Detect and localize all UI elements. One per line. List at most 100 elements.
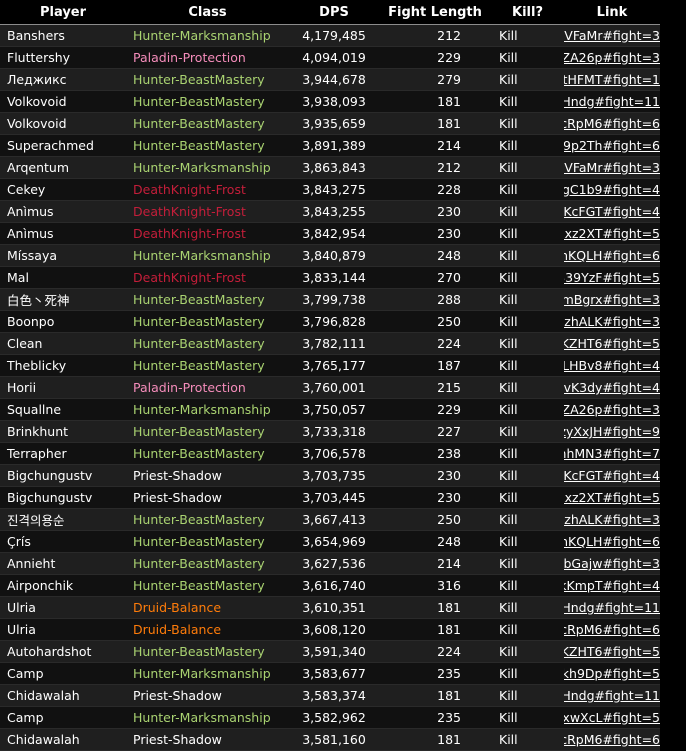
report-link[interactable]: 'cRpM6#fight=6	[564, 732, 660, 747]
report-link[interactable]: Rxz2XT#fight=5	[564, 226, 660, 241]
fight-length-cell: 181	[379, 90, 491, 113]
dps-cell: 3,583,677	[289, 662, 379, 685]
class-cell: Hunter-BeastMastery	[126, 90, 289, 113]
table-row: Clean Hunter-BeastMastery 3,782,111 224 Kill…	[0, 332, 660, 355]
player-cell: Camp	[0, 662, 126, 685]
table-row: Theblicky Hunter-BeastMastery 3,765,177 187…	[0, 354, 660, 377]
class-cell: DeathKnight-Frost	[126, 200, 289, 223]
fight-length-cell: 215	[379, 376, 491, 399]
dps-cell: 3,842,954	[289, 222, 379, 245]
report-link[interactable]: «zhALK#fight=3	[564, 512, 660, 527]
dps-cell: 3,583,374	[289, 684, 379, 707]
player-cell: Volkovoid	[0, 112, 126, 135]
header-player[interactable]: Player	[0, 0, 126, 25]
header-link[interactable]: Link	[564, 0, 660, 25]
class-cell: Hunter-BeastMastery	[126, 354, 289, 377]
report-link[interactable]: Rxz2XT#fight=5	[564, 490, 660, 505]
dps-cell: 3,935,659	[289, 112, 379, 135]
fight-length-cell: 250	[379, 508, 491, 531]
table-row: Anìmus DeathKnight-Frost 3,843,255 230 Kill)…	[0, 200, 660, 223]
dps-cell: 4,179,485	[289, 24, 379, 47]
dps-cell: 3,765,177	[289, 354, 379, 377]
report-link[interactable]: BbGajw#fight=3	[564, 556, 660, 571]
report-link[interactable]: 'cRpM6#fight=6	[564, 622, 660, 637]
report-link[interactable]: :ZA26p#fight=3	[564, 50, 660, 65]
dps-cell: 3,796,828	[289, 310, 379, 333]
header-dps[interactable]: DPS	[289, 0, 379, 25]
class-cell: Hunter-BeastMastery	[126, 112, 289, 135]
report-link[interactable]: 'nKQLH#fight=6	[564, 534, 660, 549]
link-cell: TmBgrx#fight=3	[564, 288, 660, 311]
fight-length-cell: 181	[379, 112, 491, 135]
report-link[interactable]: 'nKQLH#fight=6	[564, 248, 660, 263]
report-link[interactable]: !4Hndg#fight=11	[564, 688, 660, 703]
report-link[interactable]: zVFaMr#fight=3	[564, 28, 660, 43]
report-link[interactable]: jkKmpT#fight=4	[564, 578, 660, 593]
dps-cell: 4,094,019	[289, 46, 379, 69]
player-cell: Bigchungustv	[0, 464, 126, 487]
table-row: Леджикс Hunter-BeastMastery 3,944,678 279 Ki…	[0, 68, 660, 91]
report-link[interactable]: 339YzF#fight=5	[564, 270, 660, 285]
player-cell: Míssaya	[0, 244, 126, 267]
header-kill[interactable]: Kill?	[491, 0, 564, 25]
kill-cell: Kill	[491, 662, 564, 685]
kill-cell: Kill	[491, 156, 564, 179]
link-cell: BbGajw#fight=3	[564, 552, 660, 575]
dps-cell: 3,733,318	[289, 420, 379, 443]
dps-cell: 3,591,340	[289, 640, 379, 663]
report-link[interactable]: mhMN3#fight=7	[564, 446, 660, 461]
header-class[interactable]: Class	[126, 0, 289, 25]
class-cell: Priest-Shadow	[126, 464, 289, 487]
report-link[interactable]: )KcFGT#fight=4	[564, 204, 660, 219]
table-row: Banshers Hunter-Marksmanship 4,179,485 212 K…	[0, 24, 660, 47]
link-cell: CtHFMT#fight=1	[564, 68, 660, 91]
report-link[interactable]: )KcFGT#fight=4	[564, 468, 660, 483]
kill-cell: Kill	[491, 332, 564, 355]
fight-length-cell: 230	[379, 200, 491, 223]
report-link[interactable]: CtHFMT#fight=1	[564, 72, 660, 87]
dps-cell: 3,703,735	[289, 464, 379, 487]
report-link[interactable]: PgC1b9#fight=4	[564, 182, 660, 197]
table-row: Superachmed Hunter-BeastMastery 3,891,389 2…	[0, 134, 660, 157]
kill-cell: Kill	[491, 178, 564, 201]
report-link[interactable]: !4Hndg#fight=11	[564, 94, 660, 109]
class-cell: Paladin-Protection	[126, 46, 289, 69]
player-cell: Леджикс	[0, 68, 126, 91]
report-link[interactable]: TmBgrx#fight=3	[564, 292, 660, 307]
dps-cell: 3,706,578	[289, 442, 379, 465]
report-link[interactable]: 3kh9Dp#fight=5	[564, 666, 660, 681]
report-link[interactable]: 39p2Th#fight=6	[564, 138, 660, 153]
table-row: Annieht Hunter-BeastMastery 3,627,536 214 Ki…	[0, 552, 660, 575]
report-link[interactable]: !4Hndg#fight=11	[564, 600, 660, 615]
table-row: Airponchik Hunter-BeastMastery 3,616,740 31…	[0, 574, 660, 597]
class-cell: DeathKnight-Frost	[126, 266, 289, 289]
dps-cell: 3,582,962	[289, 706, 379, 729]
fight-length-cell: 270	[379, 266, 491, 289]
dps-cell: 3,840,879	[289, 244, 379, 267]
dps-cell: 3,703,445	[289, 486, 379, 509]
report-link[interactable]: jLHBv8#fight=4	[564, 358, 660, 373]
report-link[interactable]: «zhALK#fight=3	[564, 314, 660, 329]
report-link[interactable]: KZHT6#fight=5	[564, 336, 660, 351]
report-link[interactable]: zyXxJH#fight=9	[564, 424, 660, 439]
kill-cell: Kill	[491, 68, 564, 91]
report-link[interactable]: 3vK3dy#fight=4	[564, 380, 660, 395]
player-cell: Cekey	[0, 178, 126, 201]
class-cell: Priest-Shadow	[126, 684, 289, 707]
kill-cell: Kill	[491, 90, 564, 113]
player-cell: Ulria	[0, 618, 126, 641]
dps-cell: 3,750,057	[289, 398, 379, 421]
player-cell: Superachmed	[0, 134, 126, 157]
report-link[interactable]: 'cRpM6#fight=6	[564, 116, 660, 131]
link-cell: 3kh9Dp#fight=5	[564, 662, 660, 685]
report-link[interactable]: zVFaMr#fight=3	[564, 160, 660, 175]
table-row: Boonpo Hunter-BeastMastery 3,796,828 250 Kil…	[0, 310, 660, 333]
report-link[interactable]: KZHT6#fight=5	[564, 644, 660, 659]
link-cell: KZHT6#fight=5	[564, 640, 660, 663]
player-cell: Brinkhunt	[0, 420, 126, 443]
report-link[interactable]: :ZA26p#fight=3	[564, 402, 660, 417]
dps-cell: 3,581,160	[289, 728, 379, 751]
dps-cell: 3,938,093	[289, 90, 379, 113]
header-fight-length[interactable]: Fight Length	[379, 0, 491, 25]
fight-length-cell: 316	[379, 574, 491, 597]
